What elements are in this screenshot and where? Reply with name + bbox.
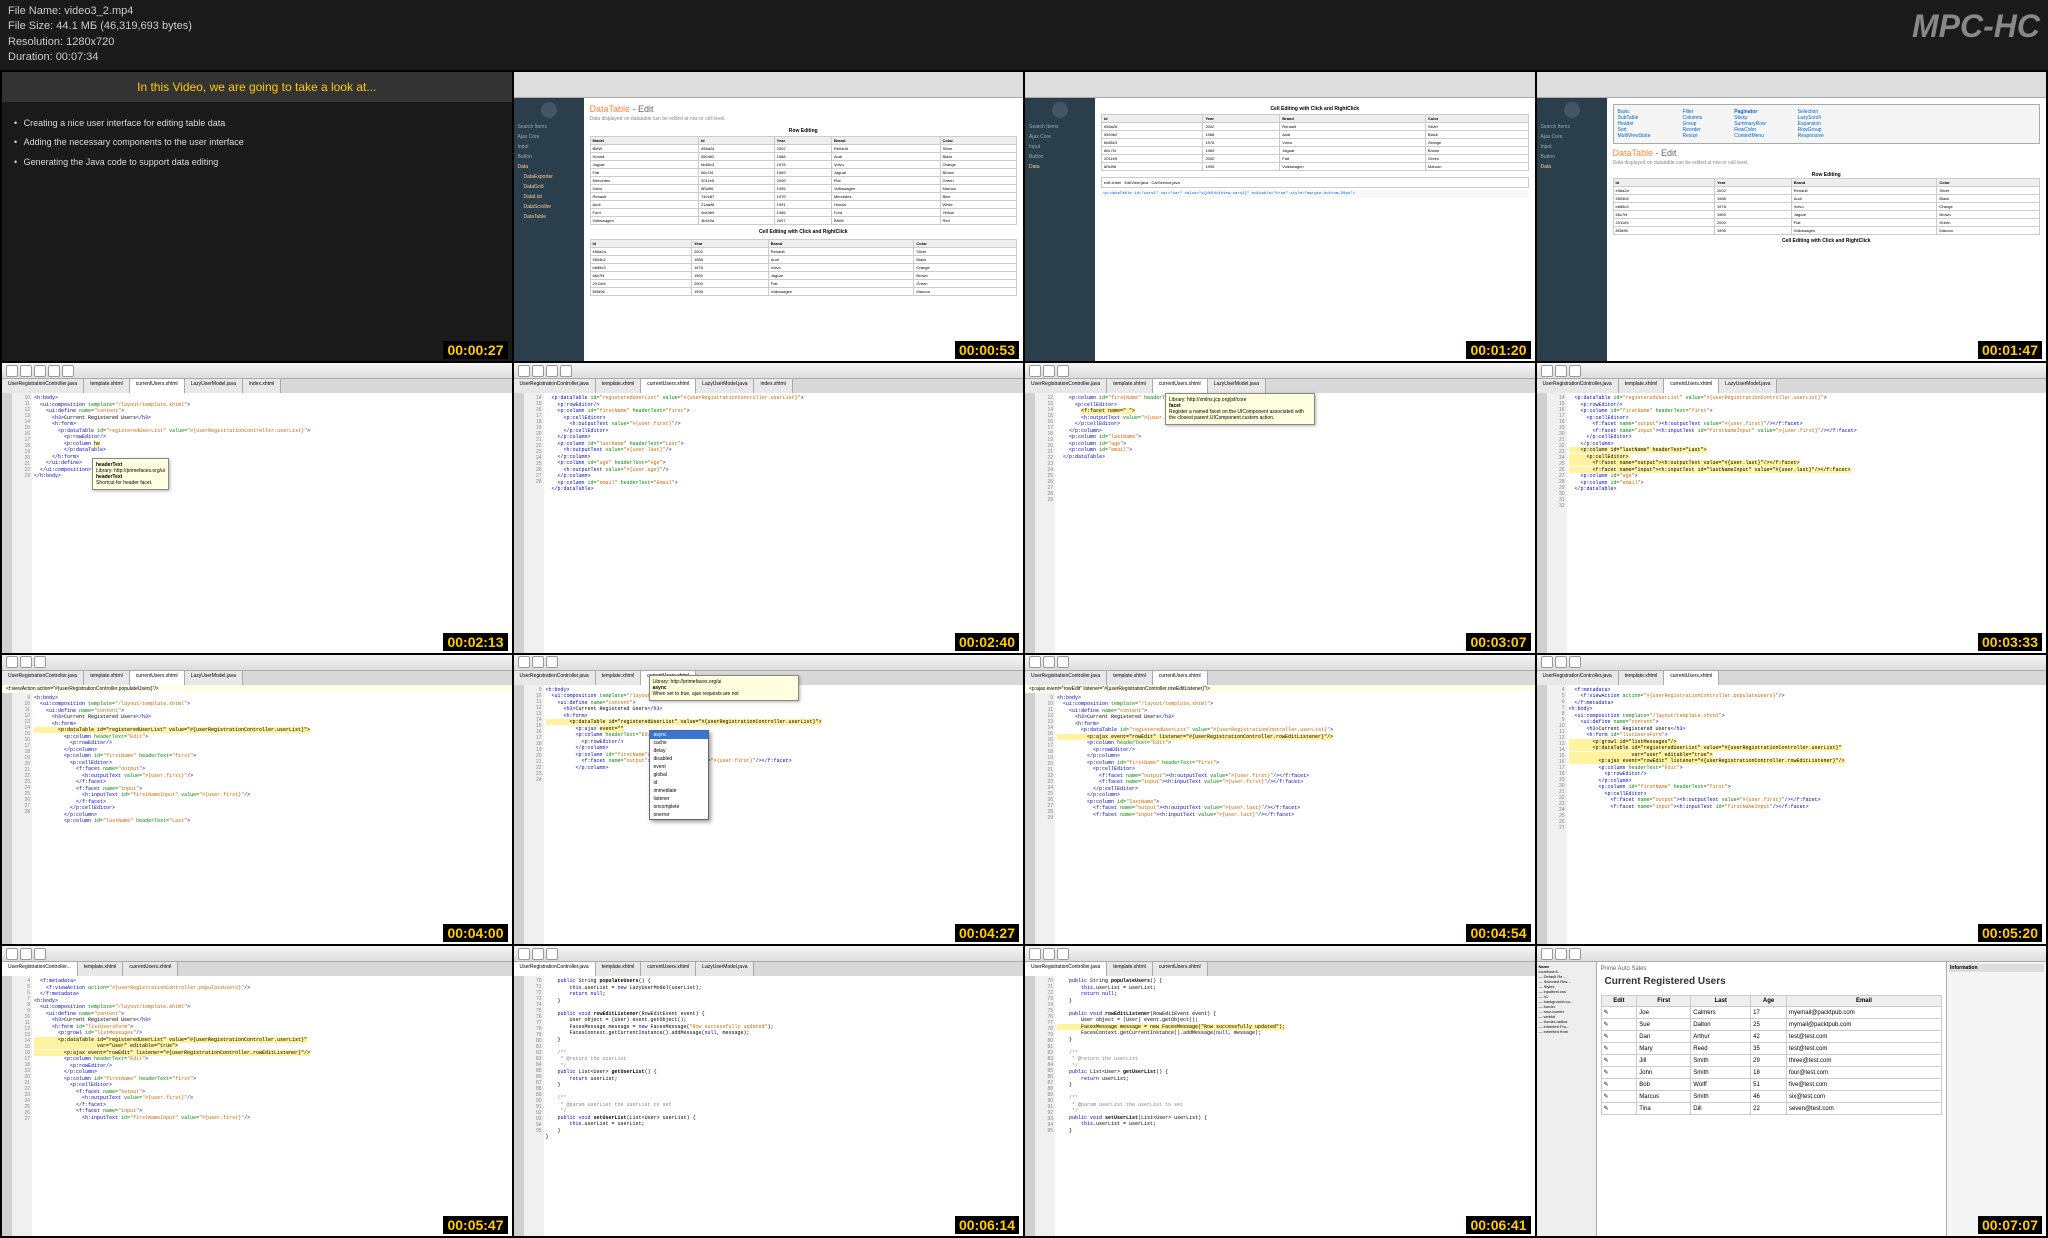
page-title: DataTable: [590, 104, 631, 114]
thumbnail-6: UserRegistrationController.javatemplate.…: [514, 363, 1024, 653]
file-size-label: File Size: 44.1 МБ (46,319,693 bytes): [8, 19, 192, 34]
thumbnail-4: Search ItemsAjax CoreInputButtonData Bas…: [1537, 72, 2047, 362]
thumbnail-11: UserRegistrationController.javatemplate.…: [1025, 655, 1535, 945]
player-header: File Name: video3_2.mp4 File Size: 44.1 …: [0, 0, 2048, 70]
thumbnail-3: Search ItemsAjax CoreInputButtonData Cel…: [1025, 72, 1535, 362]
thumbnail-12: UserRegistrationController.javatemplate.…: [1537, 655, 2047, 945]
thumbnail-7: UserRegistrationController.javatemplate.…: [1025, 363, 1535, 653]
code-editor[interactable]: <h:body> <ui:composition template="/layo…: [32, 693, 512, 945]
thumbnail-15: UserRegistrationController.javatemplate.…: [1025, 946, 1535, 1236]
code-editor[interactable]: <h:body> <ui:composition template="/layo…: [544, 685, 1024, 945]
showcase-sidebar[interactable]: Search Items Ajax Core Input Button Data…: [514, 98, 584, 362]
thumbnail-8: UserRegistrationController.javatemplate.…: [1537, 363, 2047, 653]
code-editor[interactable]: public String populateUsers() { this.use…: [544, 976, 1024, 1236]
code-editor[interactable]: <h:body> <ui:composition template="/layo…: [1055, 693, 1535, 945]
result-title: Current Registered Users: [1601, 972, 1943, 991]
thumbnail-14: UserRegistrationController.javatemplate.…: [514, 946, 1024, 1236]
result-pane: Prime Auto Sales Current Registered User…: [1597, 962, 1947, 1236]
thumbnail-16: Namelocalhost:8...— Default Re...— Selec…: [1537, 946, 2047, 1236]
timestamp: 00:03:33: [1978, 633, 2042, 651]
code-editor[interactable]: <p:dataTable id="registeredUserList" val…: [544, 393, 1024, 653]
code-editor[interactable]: public String populateUsers() { this.use…: [1055, 976, 1535, 1236]
intro-bullet: Adding the necessary components to the u…: [14, 133, 500, 153]
timestamp: 00:06:41: [1466, 1216, 1530, 1234]
timestamp: 00:04:54: [1466, 924, 1530, 942]
ide-toolbar[interactable]: [2, 363, 512, 379]
code-tooltip: Library: http://primefaces.org/ui async …: [649, 675, 799, 701]
intro-bullet: Generating the Java code to support data…: [14, 153, 500, 173]
intro-title: In this Video, we are going to take a lo…: [2, 72, 512, 102]
submenu-dropdown[interactable]: BasicSubTableHeaderSortMultiViewState Fi…: [1613, 104, 2041, 144]
code-tooltip: Library: http://xmlns.jcp.org/jsf/core f…: [1165, 393, 1315, 425]
timestamp: 00:03:07: [1466, 633, 1530, 651]
timestamp: 00:02:13: [443, 633, 507, 651]
timestamp: 00:05:20: [1978, 924, 2042, 942]
code-editor[interactable]: <p:column id="firstName" headerText="fir…: [1055, 393, 1535, 653]
navigator-pane[interactable]: Namelocalhost:8...— Default Re...— Selec…: [1537, 962, 1597, 1236]
ide-tabs[interactable]: UserRegistrationController.javatemplate.…: [2, 379, 512, 393]
intro-bullet: Creating a nice user interface for editi…: [14, 114, 500, 134]
showcase-sidebar[interactable]: Search ItemsAjax CoreInputButtonData: [1025, 98, 1095, 362]
thumbnail-5: UserRegistrationController.javatemplate.…: [2, 363, 512, 653]
autocomplete-popup[interactable]: async cache delay disabled event global …: [649, 730, 709, 820]
info-pane: Information: [1946, 962, 2046, 1236]
browser-chrome: [514, 72, 1024, 98]
timestamp: 00:06:14: [955, 1216, 1019, 1234]
code-tooltip: headerText Library: http://primefaces.or…: [92, 458, 169, 490]
code-editor[interactable]: <p:dataTable id="registeredUserList" val…: [1567, 393, 2047, 653]
code-editor[interactable]: <h:body> <ui:composition template="/layo…: [32, 393, 512, 653]
result-table[interactable]: EditFirstLastAgeEmail ✎JoeCalmers17myema…: [1601, 995, 1943, 1115]
data-table[interactable]: ModelIdYearBrandColor BMWe56a2d2002Renau…: [590, 136, 1018, 225]
thumbnail-13: UserRegistrationController...template.xh…: [2, 946, 512, 1236]
data-table[interactable]: IdYearBrandColor e56a2d2002RenaultSilver…: [1101, 114, 1529, 171]
timestamp: 00:02:40: [955, 633, 1019, 651]
page-description: Data displayed on datatable can be edite…: [590, 116, 1018, 122]
resolution-label: Resolution: 1280x720: [8, 35, 192, 50]
timestamp: 00:00:53: [955, 341, 1019, 359]
timestamp: 00:04:00: [443, 924, 507, 942]
duration-label: Duration: 00:07:34: [8, 50, 192, 65]
showcase-sidebar[interactable]: Search ItemsAjax CoreInputButtonData: [1537, 98, 1607, 362]
thumbnail-2: Search Items Ajax Core Input Button Data…: [514, 72, 1024, 362]
timestamp: 00:01:47: [1978, 341, 2042, 359]
player-watermark: MPC-HC: [1912, 4, 2040, 66]
timestamp: 00:04:27: [955, 924, 1019, 942]
timestamp: 00:05:47: [443, 1216, 507, 1234]
thumbnail-10: UserRegistrationController.javatemplate.…: [514, 655, 1024, 945]
thumbnail-9: UserRegistrationController.javatemplate.…: [2, 655, 512, 945]
file-name-label: File Name: video3_2.mp4: [8, 4, 192, 19]
timestamp: 00:07:07: [1978, 1216, 2042, 1234]
timestamp: 00:00:27: [443, 341, 507, 359]
code-editor[interactable]: <f:metadata> <f:viewAction action="#{use…: [32, 976, 512, 1236]
thumbnail-1: In this Video, we are going to take a lo…: [2, 72, 512, 362]
code-editor[interactable]: <f:metadata> <f:viewAction action="#{use…: [1567, 685, 2047, 945]
timestamp: 00:01:20: [1466, 341, 1530, 359]
main-content: DataTable - Edit Data displayed on datat…: [584, 98, 1024, 362]
